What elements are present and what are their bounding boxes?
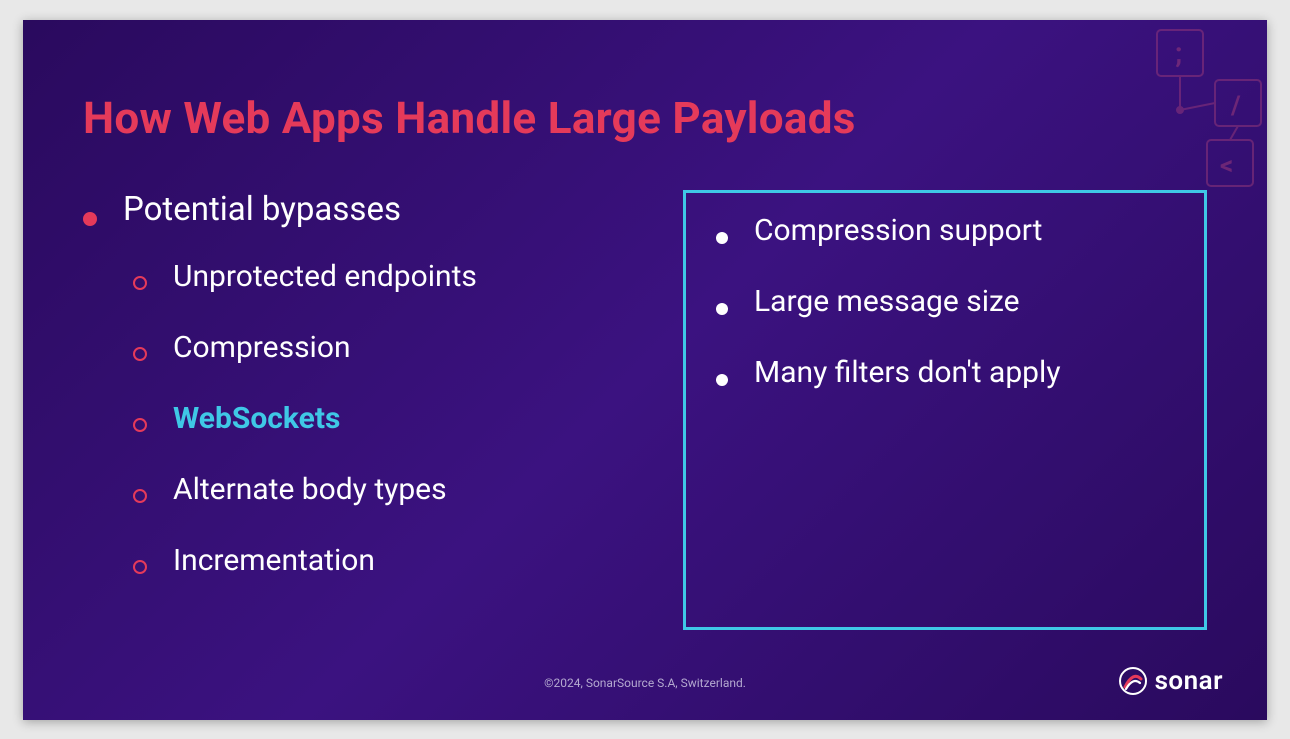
- bullet-white-icon: [716, 232, 728, 244]
- list-item: Large message size: [716, 284, 1174, 319]
- left-item-text: Compression: [173, 330, 351, 365]
- list-item: WebSockets: [133, 401, 643, 436]
- list-item: Alternate body types: [133, 472, 643, 507]
- left-item-text: Incrementation: [173, 543, 375, 578]
- svg-text:/: /: [1230, 91, 1241, 121]
- bullet-white-icon: [716, 303, 728, 315]
- sonar-logo-icon: [1119, 667, 1147, 695]
- left-item-text: Alternate body types: [173, 472, 447, 507]
- slide: ; / < How Web Apps Handle Large Payloads…: [23, 20, 1267, 720]
- list-item: Compression: [133, 330, 643, 365]
- list-item: Compression support: [716, 213, 1174, 248]
- bullet-circle-icon: [133, 418, 147, 432]
- list-item: Many filters don't apply: [716, 355, 1174, 390]
- list-item: Potential bypasses: [83, 190, 643, 229]
- right-item-text: Large message size: [754, 284, 1020, 319]
- bullet-disc-icon: [83, 212, 97, 226]
- slide-title: How Web Apps Handle Large Payloads: [83, 92, 856, 144]
- bullet-circle-icon: [133, 347, 147, 361]
- left-item-text-highlight: WebSockets: [173, 401, 340, 436]
- slide-content: Potential bypasses Unprotected endpoints…: [83, 190, 1207, 630]
- svg-text:<: <: [1220, 151, 1233, 181]
- brand-logo: sonar: [1119, 666, 1223, 696]
- brand-name: sonar: [1155, 666, 1223, 696]
- right-column-box: Compression support Large message size M…: [683, 190, 1207, 630]
- bullet-circle-icon: [133, 276, 147, 290]
- list-item: Unprotected endpoints: [133, 259, 643, 294]
- footer-copyright: ©2024, SonarSource S.A, Switzerland.: [23, 676, 1267, 690]
- left-column: Potential bypasses Unprotected endpoints…: [83, 190, 643, 630]
- left-item-text: Unprotected endpoints: [173, 259, 477, 294]
- left-heading: Potential bypasses: [123, 190, 401, 229]
- right-item-text: Many filters don't apply: [754, 355, 1061, 390]
- bullet-circle-icon: [133, 560, 147, 574]
- svg-text:;: ;: [1175, 36, 1182, 69]
- bullet-circle-icon: [133, 489, 147, 503]
- right-item-text: Compression support: [754, 213, 1043, 248]
- list-item: Incrementation: [133, 543, 643, 578]
- bullet-white-icon: [716, 374, 728, 386]
